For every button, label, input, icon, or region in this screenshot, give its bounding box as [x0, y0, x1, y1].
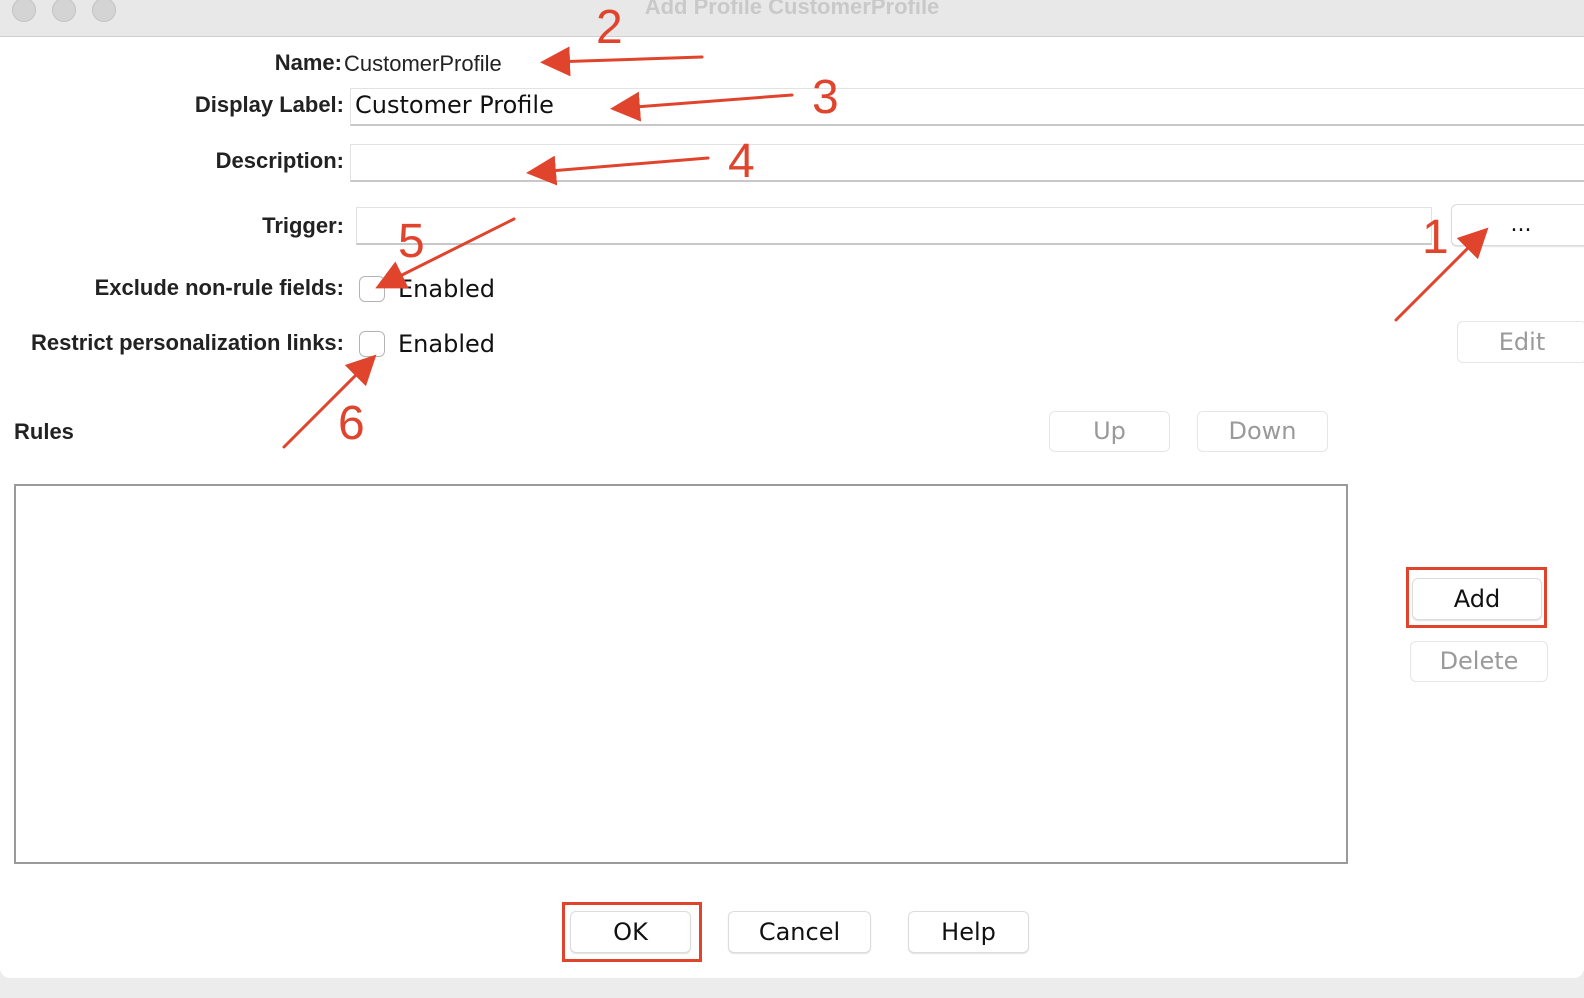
arrow-1-trigger-browse — [1394, 227, 1489, 322]
add-profile-dialog: Add Profile CustomerProfile Name: Custom… — [0, 0, 1584, 978]
arrow-6-restrict-checkbox — [282, 354, 377, 449]
annotation-arrows — [282, 46, 1489, 449]
arrow-3-display-label — [610, 91, 794, 122]
arrow-5-exclude-checkbox — [375, 217, 516, 289]
arrow-4-description — [526, 155, 710, 186]
arrow-2-name — [540, 46, 704, 77]
